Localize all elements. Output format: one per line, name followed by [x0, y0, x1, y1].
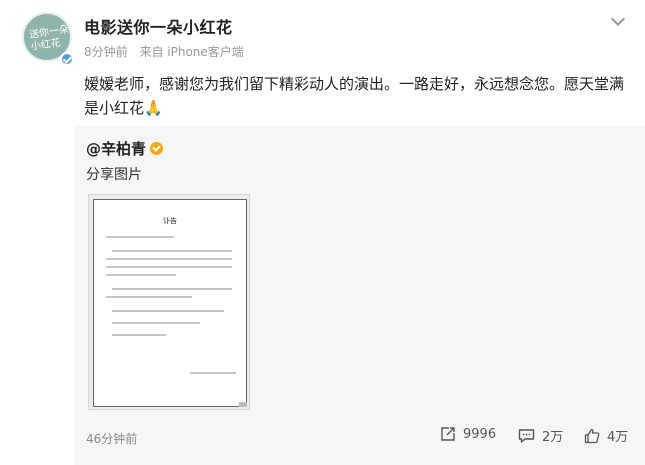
repost-button[interactable]: 9996: [440, 426, 496, 442]
obituary-document: 讣告: [93, 199, 247, 407]
comment-icon: [518, 428, 535, 443]
like-count: 4万: [607, 430, 629, 445]
verified-badge-icon: [60, 52, 74, 66]
original-text: 分享图片: [86, 167, 142, 183]
document-text-line: [112, 288, 232, 290]
document-text-line: [106, 236, 174, 238]
post-source: 来自 iPhone客户端: [139, 45, 244, 59]
original-author[interactable]: @辛柏青: [86, 138, 164, 159]
comment-button[interactable]: 2万: [518, 426, 563, 445]
repost-time[interactable]: 46分钟前: [86, 430, 137, 447]
weibo-post: 送你一朵小红花 电影送你一朵小红花 8分钟前 来自 iPhone客户端 嫒嫒老师…: [0, 0, 645, 465]
document-text-line: [112, 310, 224, 312]
like-icon: [584, 428, 600, 443]
document-text-line: [112, 334, 166, 336]
gold-verified-icon: [150, 142, 164, 155]
post-meta: 8分钟前 来自 iPhone客户端: [84, 43, 252, 60]
document-text-line: [112, 322, 200, 324]
original-author-name[interactable]: @辛柏青: [86, 140, 146, 158]
post-text: 嫒嫒老师，感谢您为我们留下精彩动人的演出。一路走好，永远想念您。愿天堂满是小红花…: [84, 75, 625, 117]
reposted-card[interactable]: @辛柏青 分享图片 讣告 46分钟前 9996 2万 4万: [74, 126, 645, 465]
image-corner-mark: [239, 402, 247, 407]
chevron-down-icon[interactable]: [610, 11, 626, 27]
document-text-line: [106, 296, 192, 298]
post-time[interactable]: 8分钟前: [84, 45, 128, 59]
document-text-line: [112, 250, 232, 252]
repost-count: 9996: [463, 426, 497, 442]
avatar-text: 送你一朵小红花: [28, 24, 70, 53]
document-text-line: [106, 258, 232, 260]
author-name[interactable]: 电影送你一朵小红花: [84, 14, 233, 38]
document-signature-line: [190, 372, 236, 374]
document-text-line: [106, 274, 176, 276]
document-text-line: [106, 266, 232, 268]
like-button[interactable]: 4万: [584, 426, 628, 445]
shared-image[interactable]: 讣告: [88, 194, 250, 410]
comment-count: 2万: [542, 430, 564, 445]
repost-icon: [441, 427, 455, 441]
document-title: 讣告: [163, 217, 177, 225]
